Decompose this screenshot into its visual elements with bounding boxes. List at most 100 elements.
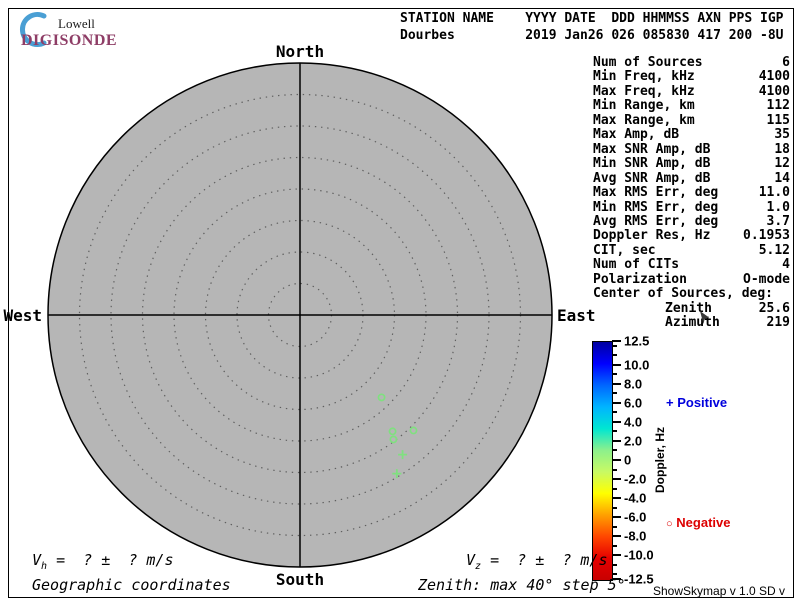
parameter-row: Max Range, km 115: [593, 112, 790, 128]
parameter-label: Max SNR Amp, dB: [593, 141, 711, 157]
parameter-label: Max Range, km: [593, 112, 695, 128]
lowell-digisonde-logo: Lowell DIGISONDE: [16, 12, 146, 52]
parameter-row: Max Freq, kHz 4100: [593, 83, 790, 99]
legend-positive: + Positive: [666, 395, 727, 410]
colorbar-major-tick: [612, 459, 621, 461]
colorbar-tick-label: 8.0: [624, 376, 643, 392]
parameter-row: Min Range, km 112: [593, 98, 790, 114]
colorbar-major-tick: [612, 420, 621, 423]
compass-label-west: West: [3, 306, 42, 325]
colorbar-tick-label: -8.0: [624, 528, 647, 544]
parameter-value: 4: [782, 257, 790, 273]
parameter-value: 18: [774, 141, 790, 157]
header-column-titles: STATION NAME YYYY DATE DDD HHMMSS AXN PP…: [400, 11, 784, 26]
colorbar-minor-tick: [612, 373, 617, 376]
parameter-value: 25.6: [758, 300, 790, 316]
header-station-values: Dourbes 2019 Jan26 026 085830 417 200 -8…: [400, 28, 784, 43]
parameter-label: CIT, sec: [593, 242, 656, 258]
parameter-row: Polarization O-mode: [593, 271, 790, 287]
parameter-row: Azimuth 219: [593, 315, 790, 331]
parameter-label: Doppler Res, Hz: [593, 228, 711, 244]
parameter-value: 4100: [758, 69, 790, 85]
parameter-value: 0.1953: [743, 228, 790, 244]
parameter-row: Max SNR Amp, dB 18: [593, 141, 790, 157]
parameter-value: O-mode: [743, 271, 790, 287]
parameter-value: 5.12: [758, 242, 790, 258]
colorbar-major-tick: [612, 439, 621, 442]
circle-symbol-icon: ○: [666, 518, 673, 530]
colorbar-major-tick: [612, 401, 621, 404]
colorbar-tick-label: 12.5: [624, 333, 650, 349]
showskymap-window: Lowell DIGISONDE STATION NAME YYYY DATE …: [0, 0, 800, 600]
colorbar-minor-tick: [612, 344, 617, 347]
parameter-row: Max RMS Err, deg 11.0: [593, 185, 790, 200]
parameter-value: 4100: [758, 83, 790, 99]
parameter-label: Avg SNR Amp, dB: [593, 170, 711, 186]
colorbar-tick-label: -2.0: [624, 471, 647, 487]
horizontal-velocity-readout: Vh = ? ± ? m/s: [32, 551, 174, 572]
vh-var: V: [32, 551, 42, 569]
parameter-row: Avg SNR Amp, dB 14: [593, 170, 790, 186]
colorbar-major-tick: [612, 363, 621, 366]
colorbar-major-tick: [612, 497, 621, 500]
plus-symbol-icon: +: [666, 395, 674, 410]
parameter-value: 3.7: [766, 213, 790, 229]
colorbar-tick-label: 2.0: [624, 433, 643, 449]
colorbar-minor-tick: [612, 468, 617, 471]
parameter-label: Min RMS Err, deg: [593, 199, 719, 215]
colorbar-tick-label: 0: [624, 452, 632, 468]
parameter-value: 112: [766, 98, 790, 114]
colorbar-tick-label: -12.5: [624, 571, 654, 587]
colorbar-minor-tick: [612, 392, 617, 395]
parameter-row: Center of Sources, deg:: [593, 286, 790, 302]
colorbar-tick-label: 4.0: [624, 414, 643, 430]
parameter-label: Polarization: [593, 271, 687, 287]
vh-value: = ? ± ? m/s: [47, 551, 174, 569]
colorbar-major-tick: [612, 516, 621, 519]
colorbar-minor-tick: [612, 506, 617, 509]
colorbar-major-tick: [612, 340, 621, 342]
parameter-value: 219: [766, 315, 790, 331]
parameter-label: Center of Sources, deg:: [593, 286, 774, 302]
app-version-text: ShowSkymap v 1.0 SD v 5.1: [653, 584, 786, 600]
colorbar-major-tick: [612, 554, 621, 557]
legend-negative-label: Negative: [676, 515, 731, 530]
colorbar-minor-tick: [612, 573, 617, 576]
parameter-row: Num of Sources 6: [593, 55, 790, 70]
logo-lowell-text: Lowell: [58, 16, 95, 31]
parameter-label: Azimuth: [665, 315, 720, 331]
logo-digisonde-text: DIGISONDE: [21, 32, 118, 49]
parameter-row: Zenith 25.6: [593, 300, 790, 316]
parameter-row: Avg RMS Err, deg 3.7: [593, 213, 790, 229]
parameter-row: Min SNR Amp, dB 12: [593, 156, 790, 172]
colorbar-minor-tick: [612, 544, 617, 547]
parameter-label: Num of CITs: [593, 257, 680, 273]
parameter-label: Min Range, km: [593, 98, 695, 114]
colorbar-minor-tick: [612, 430, 617, 433]
compass-label-north: North: [275, 42, 325, 61]
parameter-row: Min RMS Err, deg 1.0: [593, 199, 790, 215]
parameter-value: 14: [774, 170, 790, 186]
colorbar-tick-label: -10.0: [624, 547, 654, 563]
coordinates-note: Geographic coordinates: [32, 576, 231, 594]
colorbar-tick-label: 10.0: [624, 357, 650, 373]
parameter-row: Min Freq, kHz 4100: [593, 69, 790, 85]
skymap-polar-plot: [47, 62, 553, 568]
doppler-colorbar: [592, 341, 613, 581]
parameter-label: Zenith: [665, 300, 712, 316]
station-header: STATION NAME YYYY DATE DDD HHMMSS AXN PP…: [400, 10, 784, 44]
parameter-row: CIT, sec 5.12: [593, 242, 790, 258]
colorbar-title: Doppler, Hz: [653, 426, 667, 494]
colorbar-minor-tick: [612, 487, 617, 490]
colorbar-major-tick: [612, 478, 621, 481]
parameter-label: Min Freq, kHz: [593, 69, 695, 85]
vz-var: V: [466, 551, 476, 569]
colorbar-tick-label: -6.0: [624, 509, 647, 525]
compass-label-south: South: [275, 570, 325, 589]
vertical-velocity-readout: Vz = ? ± ? m/s: [466, 551, 608, 572]
colorbar-minor-tick: [612, 525, 617, 528]
colorbar-minor-tick: [612, 563, 617, 566]
parameter-value: 35: [774, 127, 790, 143]
parameter-label: Max Freq, kHz: [593, 83, 695, 99]
parameter-value: 12: [774, 156, 790, 172]
